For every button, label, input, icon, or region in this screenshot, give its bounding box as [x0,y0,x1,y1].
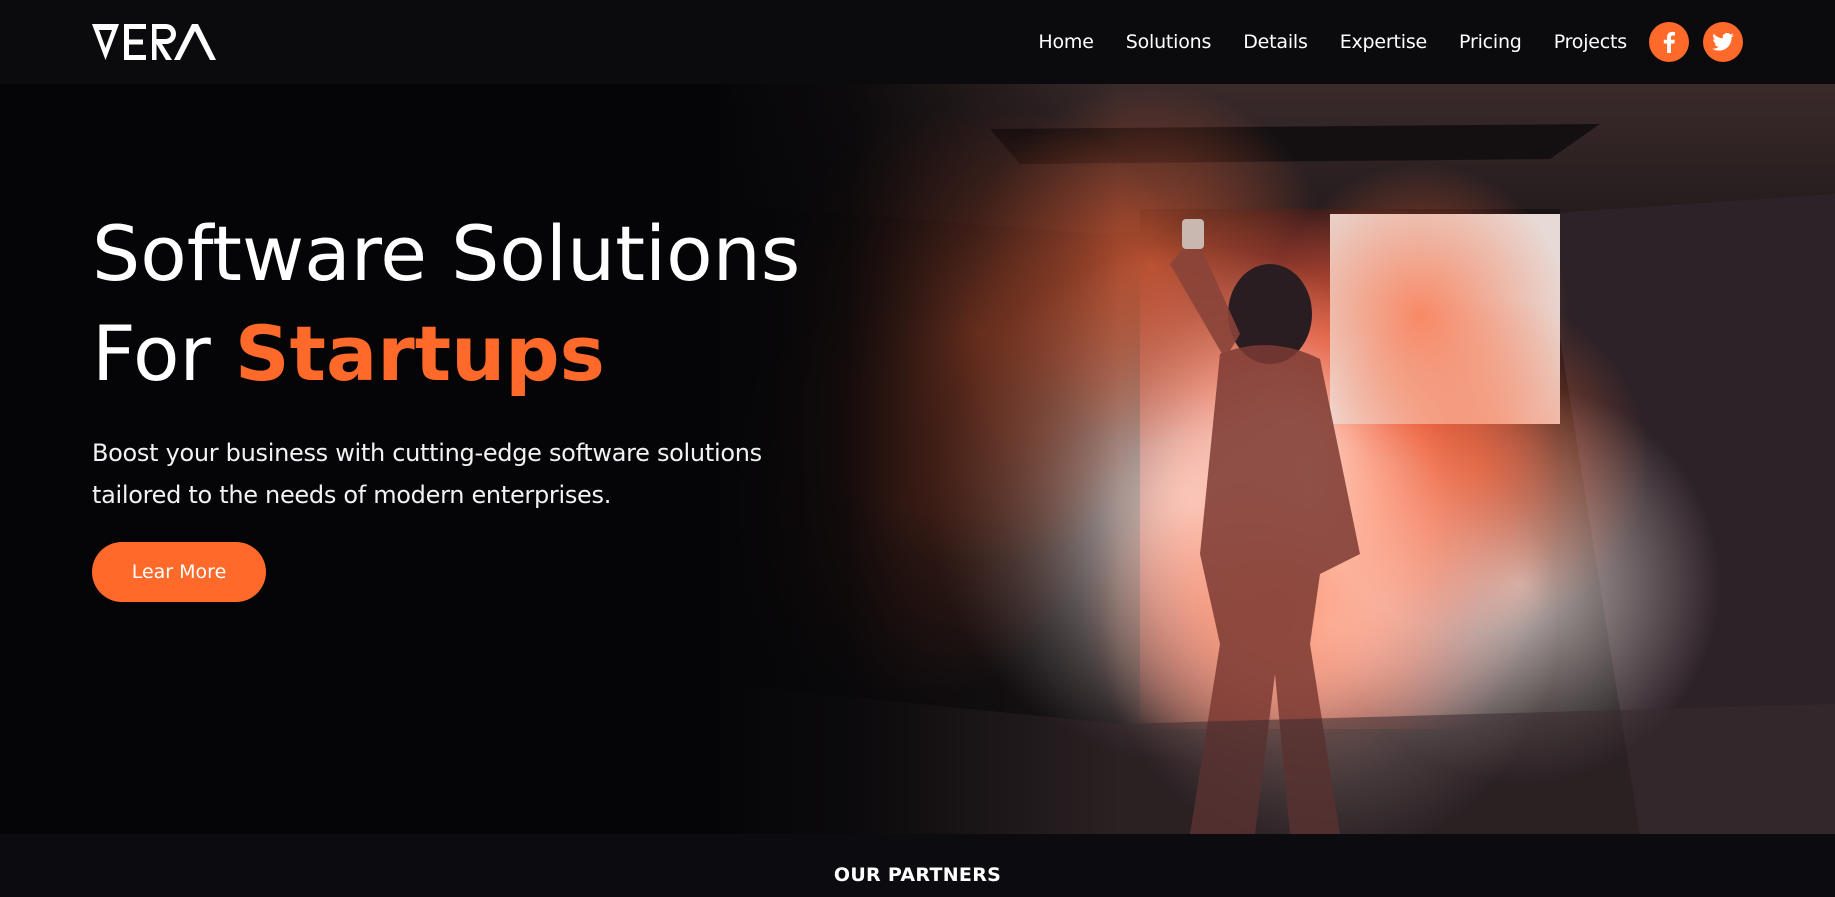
vera-logo-icon [92,24,216,60]
nav-link-expertise[interactable]: Expertise [1340,31,1428,53]
hero-subtitle: Boost your business with cutting-edge so… [92,439,762,509]
hero-content: Software Solutions For Startups Boost yo… [92,204,912,602]
twitter-icon [1712,33,1734,51]
nav-link-pricing[interactable]: Pricing [1459,31,1522,53]
social-links [1649,22,1743,62]
learn-more-button[interactable]: Lear More [92,542,266,602]
partners-heading: OUR PARTNERS [833,864,1002,886]
hero-title-accent: Startups [234,309,605,398]
nav-link-home[interactable]: Home [1038,31,1094,53]
nav-link-details[interactable]: Details [1243,31,1308,53]
nav-link-projects[interactable]: Projects [1554,31,1628,53]
nav-link-solutions[interactable]: Solutions [1126,31,1212,53]
facebook-icon [1663,31,1675,53]
hero-title-prefix: For [92,309,235,398]
partners-section: OUR PARTNERS [0,834,1835,897]
hero-title: Software Solutions For Startups [92,204,912,404]
main-nav: Home Solutions Details Expertise Pricing… [1038,22,1743,62]
facebook-button[interactable] [1649,22,1689,62]
vera-logo[interactable] [92,22,218,62]
navbar: Home Solutions Details Expertise Pricing… [0,0,1835,84]
twitter-button[interactable] [1703,22,1743,62]
hero-section: Software Solutions For Startups Boost yo… [0,84,1835,834]
hero-title-line1: Software Solutions [92,209,801,298]
